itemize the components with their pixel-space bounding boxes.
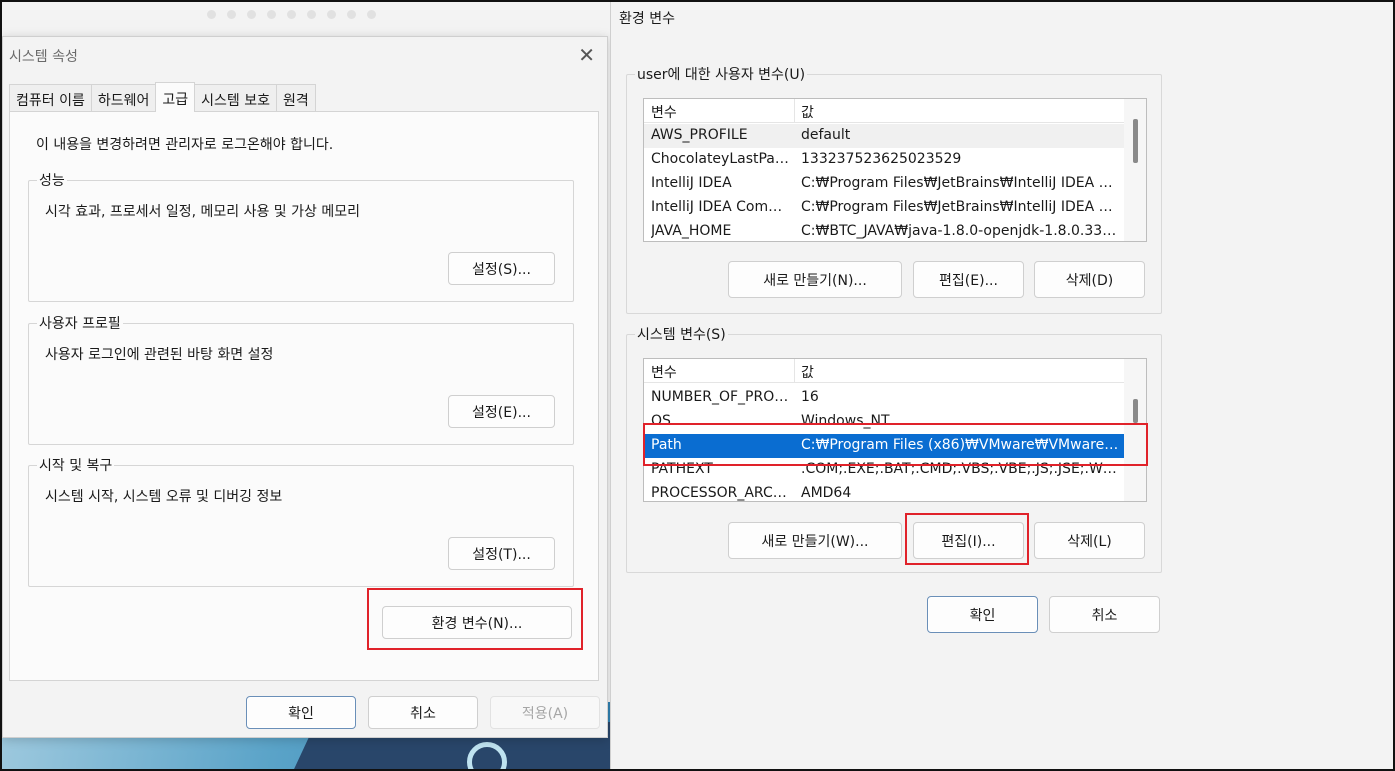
system-variables-group: 시스템 변수(S) 변수 값 NUMBER_OF_PROC... 16 OS W… [626,324,1162,573]
vertical-scrollbar[interactable] [1124,359,1146,501]
table-row[interactable]: ChocolateyLastPath... 133237523625023529 [644,148,1124,172]
table-row[interactable]: IntelliJ IDEA C:₩Program Files₩JetBrains… [644,172,1124,196]
tab-computer-name[interactable]: 컴퓨터 이름 [9,84,92,112]
table-row[interactable]: OS Windows_NT [644,410,1124,434]
system-properties-dialog: 시스템 속성 ✕ 컴퓨터 이름 하드웨어 고급 시스템 보호 원격 이 내용을 … [2,36,608,738]
system-variables-title: 시스템 변수(S) [635,324,728,344]
user-variables-list[interactable]: 변수 값 AWS_PROFILE default ChocolateyLastP… [643,98,1147,242]
list-header: 변수 값 [644,359,1124,383]
list-header: 변수 값 [644,99,1124,123]
apply-button[interactable]: 적용(A) [490,696,600,729]
user-edit-button[interactable]: 편집(E)... [913,261,1024,298]
column-header-value[interactable]: 값 [801,362,814,382]
decorative-dots [207,10,376,19]
startup-recovery-group: 시작 및 복구 시스템 시작, 시스템 오류 및 디버깅 정보 설정(T)... [28,455,574,587]
tab-strip: 컴퓨터 이름 하드웨어 고급 시스템 보호 원격 [9,82,316,112]
env-cancel-button[interactable]: 취소 [1049,596,1160,633]
startup-recovery-description: 시스템 시작, 시스템 오류 및 디버깅 정보 [45,489,283,505]
table-row-selected[interactable]: Path C:₩Program Files (x86)₩VMware₩VMwar… [644,434,1124,458]
tab-system-protection[interactable]: 시스템 보호 [194,84,278,112]
user-new-button[interactable]: 새로 만들기(N)... [728,261,902,298]
admin-notice: 이 내용을 변경하려면 관리자로 로그온해야 합니다. [36,137,334,153]
ok-button[interactable]: 확인 [246,696,356,729]
column-header-variable[interactable]: 변수 [651,362,677,382]
environment-variables-button[interactable]: 환경 변수(N)... [382,606,572,639]
tab-advanced[interactable]: 고급 [155,82,196,112]
user-profiles-description: 사용자 로그인에 관련된 바탕 화면 설정 [45,347,274,363]
startup-recovery-settings-button[interactable]: 설정(T)... [448,537,555,570]
environment-variables-dialog: 환경 변수 user에 대한 사용자 변수(U) 변수 값 AWS_PROFIL… [610,2,1393,769]
table-row[interactable]: NUMBER_OF_PROC... 16 [644,386,1124,410]
env-ok-button[interactable]: 확인 [927,596,1038,633]
tab-remote[interactable]: 원격 [276,84,316,112]
user-variables-group: user에 대한 사용자 변수(U) 변수 값 AWS_PROFILE defa… [626,64,1162,314]
user-profiles-group: 사용자 프로필 사용자 로그인에 관련된 바탕 화면 설정 설정(E)... [28,313,574,445]
dialog-title: 시스템 속성 [9,49,78,65]
performance-description: 시각 효과, 프로세서 일정, 메모리 사용 및 가상 메모리 [45,204,360,220]
performance-settings-button[interactable]: 설정(S)... [448,252,555,285]
table-row[interactable]: AWS_PROFILE default [644,124,1124,148]
vertical-scrollbar[interactable] [1124,99,1146,241]
performance-group: 성능 시각 효과, 프로세서 일정, 메모리 사용 및 가상 메모리 설정(S)… [28,170,574,302]
table-row[interactable]: IntelliJ IDEA Comm... C:₩Program Files₩J… [644,196,1124,220]
user-variables-title: user에 대한 사용자 변수(U) [635,64,808,84]
scrollbar-thumb[interactable] [1133,119,1138,163]
user-delete-button[interactable]: 삭제(D) [1034,261,1145,298]
startup-recovery-title: 시작 및 복구 [37,455,115,475]
cancel-button[interactable]: 취소 [368,696,478,729]
performance-title: 성능 [37,170,67,190]
table-row[interactable]: PATHEXT .COM;.EXE;.BAT;.CMD;.VBS;.VBE;.J… [644,458,1124,482]
system-edit-button[interactable]: 편집(I)... [913,522,1024,559]
close-icon[interactable]: ✕ [578,43,595,67]
system-variables-list[interactable]: 변수 값 NUMBER_OF_PROC... 16 OS Windows_NT … [643,358,1147,502]
advanced-tab-page: 이 내용을 변경하려면 관리자로 로그온해야 합니다. 성능 시각 효과, 프로… [9,111,599,681]
tab-hardware[interactable]: 하드웨어 [90,84,157,112]
system-delete-button[interactable]: 삭제(L) [1034,522,1145,559]
table-row[interactable]: PROCESSOR_ARCH... AMD64 [644,482,1124,501]
user-profiles-title: 사용자 프로필 [37,313,123,333]
column-header-value[interactable]: 값 [801,102,814,122]
table-row[interactable]: JAVA_HOME C:₩BTC_JAVA₩java-1.8.0-openjdk… [644,220,1124,241]
user-profiles-settings-button[interactable]: 설정(E)... [448,395,555,428]
scrollbar-thumb[interactable] [1133,399,1138,423]
column-header-variable[interactable]: 변수 [651,102,677,122]
system-new-button[interactable]: 새로 만들기(W)... [728,522,902,559]
dialog-title: 환경 변수 [619,11,675,27]
